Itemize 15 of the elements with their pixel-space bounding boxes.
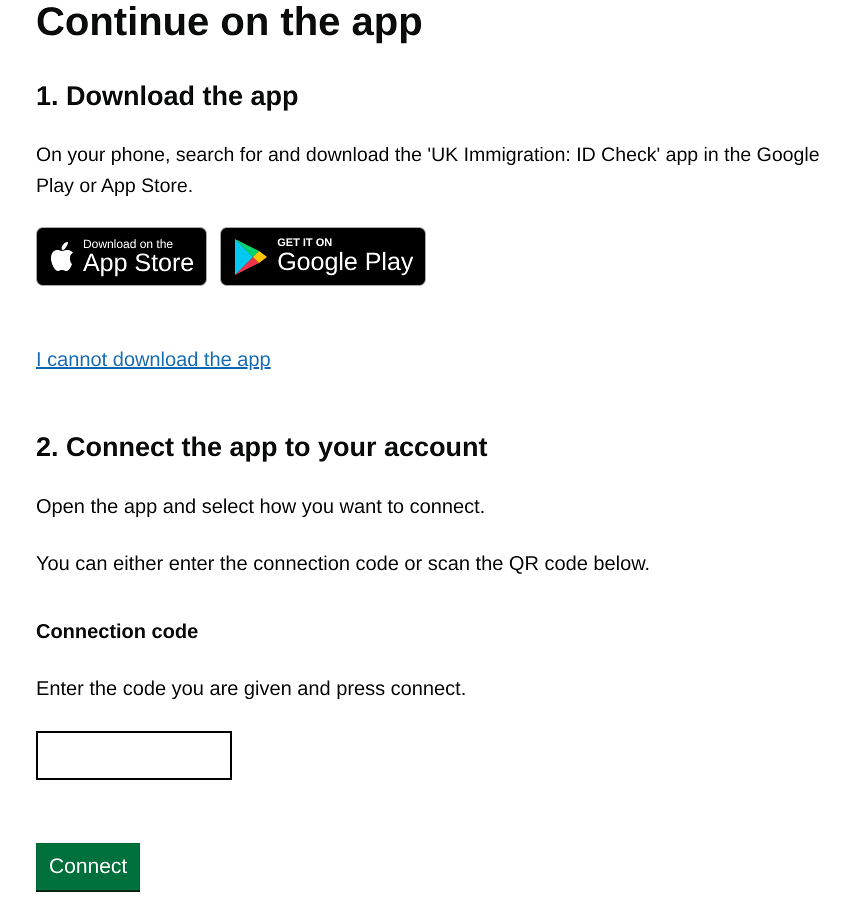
cannot-download-link[interactable]: I cannot download the app — [36, 349, 271, 372]
section-heading: 2. Connect the app to your account — [36, 431, 488, 463]
connection-code-field[interactable] — [36, 731, 232, 780]
instruction-text: Open the app and select how you want to connect. — [36, 495, 486, 520]
apple-icon — [49, 242, 75, 272]
instruction-text: You can either enter the connection code or scan the QR code below. — [36, 552, 650, 577]
field-hint: Enter the code you are given and press connect. — [36, 677, 466, 702]
play-triangle-icon — [233, 236, 270, 276]
app-store-badge[interactable]: Download on the App Store — [36, 227, 208, 286]
section-heading: 1. Download the app — [36, 80, 299, 112]
instruction-text: On your phone, search for and download the 'UK Immigration: ID Check' app in the Google Play or App Store. — [36, 143, 821, 199]
google-play-badge[interactable]: GET IT ON Google Play — [220, 227, 426, 286]
field-label: Connection code — [36, 620, 198, 645]
connect-button[interactable]: Connect — [36, 843, 140, 890]
page-title: Continue on the app — [36, 0, 423, 44]
